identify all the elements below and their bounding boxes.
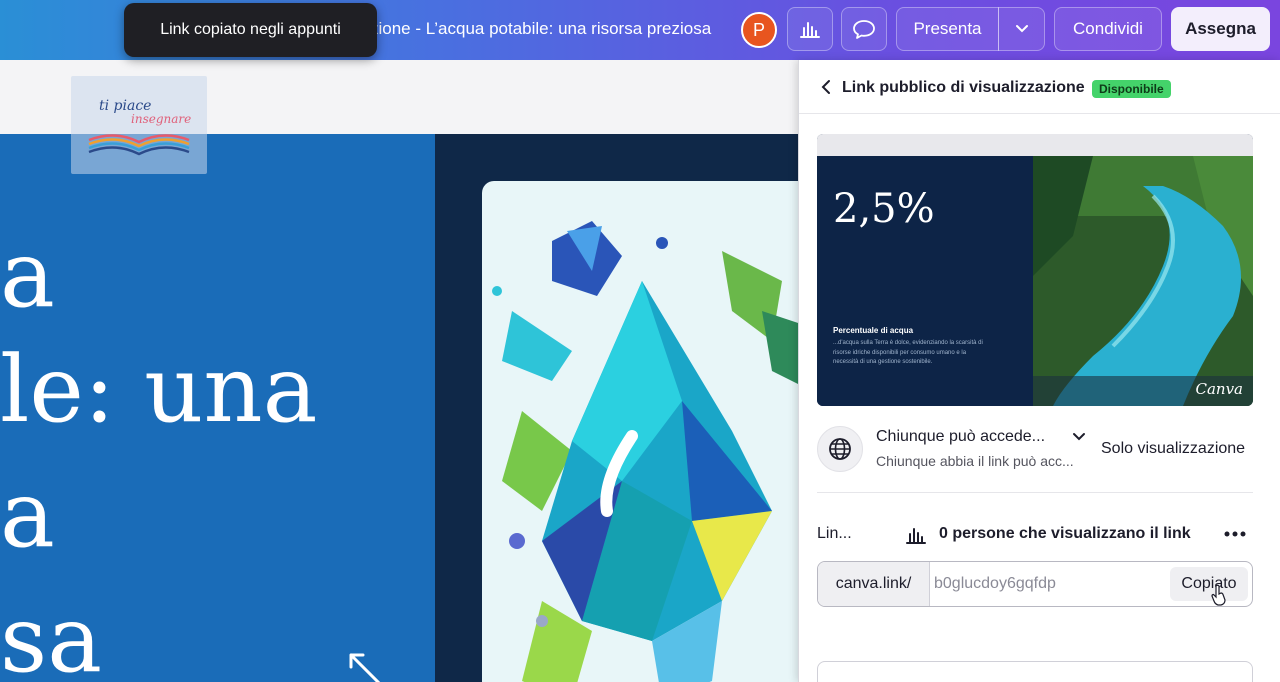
slide-title-line: a (0, 461, 55, 568)
divider (817, 492, 1253, 493)
chevron-left-icon[interactable] (817, 78, 835, 96)
more-options-icon[interactable] (1223, 530, 1247, 538)
status-badge: Disponibile (1092, 80, 1171, 98)
slide-title-line: le: una (0, 336, 318, 443)
slide-text-area[interactable]: a le: una a sa (0, 134, 435, 682)
present-button[interactable]: Presenta (896, 7, 999, 51)
viewer-count: 0 persone che visualizzano il link (939, 525, 1191, 542)
globe-icon (817, 426, 863, 472)
assign-button[interactable]: Assegna (1171, 7, 1270, 51)
river-image (1033, 156, 1253, 406)
comments-button[interactable] (841, 7, 887, 51)
access-level-description: Chiunque abbia il link può acc... (876, 453, 1074, 469)
preview-percent: 2,5% (833, 186, 935, 232)
insights-button[interactable] (787, 7, 833, 51)
copy-link-button[interactable]: Copiato (1170, 567, 1248, 601)
logo-text: insegnare (131, 112, 192, 126)
present-options-button[interactable] (998, 7, 1045, 51)
arrow-decoration-icon (349, 653, 381, 682)
bar-chart-icon (800, 22, 820, 38)
link-section-label: Lin... (817, 525, 852, 542)
toast-notification: Link copiato negli appunti (124, 3, 377, 57)
book-icon (88, 134, 190, 156)
access-settings-row[interactable]: Chiunque può accede... Chiunque abbia il… (817, 424, 1253, 484)
hand-cursor-icon (1211, 584, 1226, 606)
preview-description: ...d'acqua sulla Terra è dolce, evidenzi… (833, 340, 983, 366)
public-link-field: canva.link/ Copiato (817, 561, 1253, 607)
water-drop-illustration (482, 181, 800, 682)
link-domain-prefix: canva.link/ (818, 562, 930, 606)
slide-title-line: sa (0, 586, 103, 682)
additional-button[interactable] (817, 661, 1253, 682)
permission-role[interactable]: Solo visualizzazione (1101, 440, 1245, 458)
comment-icon (853, 20, 875, 39)
share-panel: Link pubblico di visualizzazione Disponi… (798, 60, 1280, 682)
slide-image-area[interactable] (435, 134, 800, 682)
preview-text-area: 2,5% Percentuale di acqua ...d'acqua sul… (817, 156, 1033, 406)
preview-top-strip (817, 134, 1253, 156)
access-level-dropdown[interactable]: Chiunque può accede... (876, 428, 1045, 446)
user-avatar[interactable]: P (741, 12, 777, 48)
logo: ti piace insegnare (71, 76, 207, 174)
share-button[interactable]: Condividi (1054, 7, 1162, 51)
toast-message: Link copiato negli appunti (160, 21, 341, 38)
panel-header: Link pubblico di visualizzazione Disponi… (799, 60, 1280, 114)
preview-subtitle: Percentuale di acqua (833, 326, 914, 335)
canva-watermark: Canva (1195, 380, 1244, 398)
link-slug-input[interactable] (934, 562, 1164, 606)
water-drop-icon (492, 221, 800, 682)
chevron-down-icon (1015, 25, 1028, 33)
chevron-down-icon[interactable] (1071, 431, 1087, 443)
document-title[interactable]: zione - L’acqua potabile: una risorsa pr… (370, 19, 711, 39)
bar-chart-icon (906, 528, 926, 544)
design-preview: 2,5% Percentuale di acqua ...d'acqua sul… (817, 134, 1253, 406)
slide-title-line: a (0, 221, 55, 328)
panel-title: Link pubblico di visualizzazione (842, 79, 1085, 96)
